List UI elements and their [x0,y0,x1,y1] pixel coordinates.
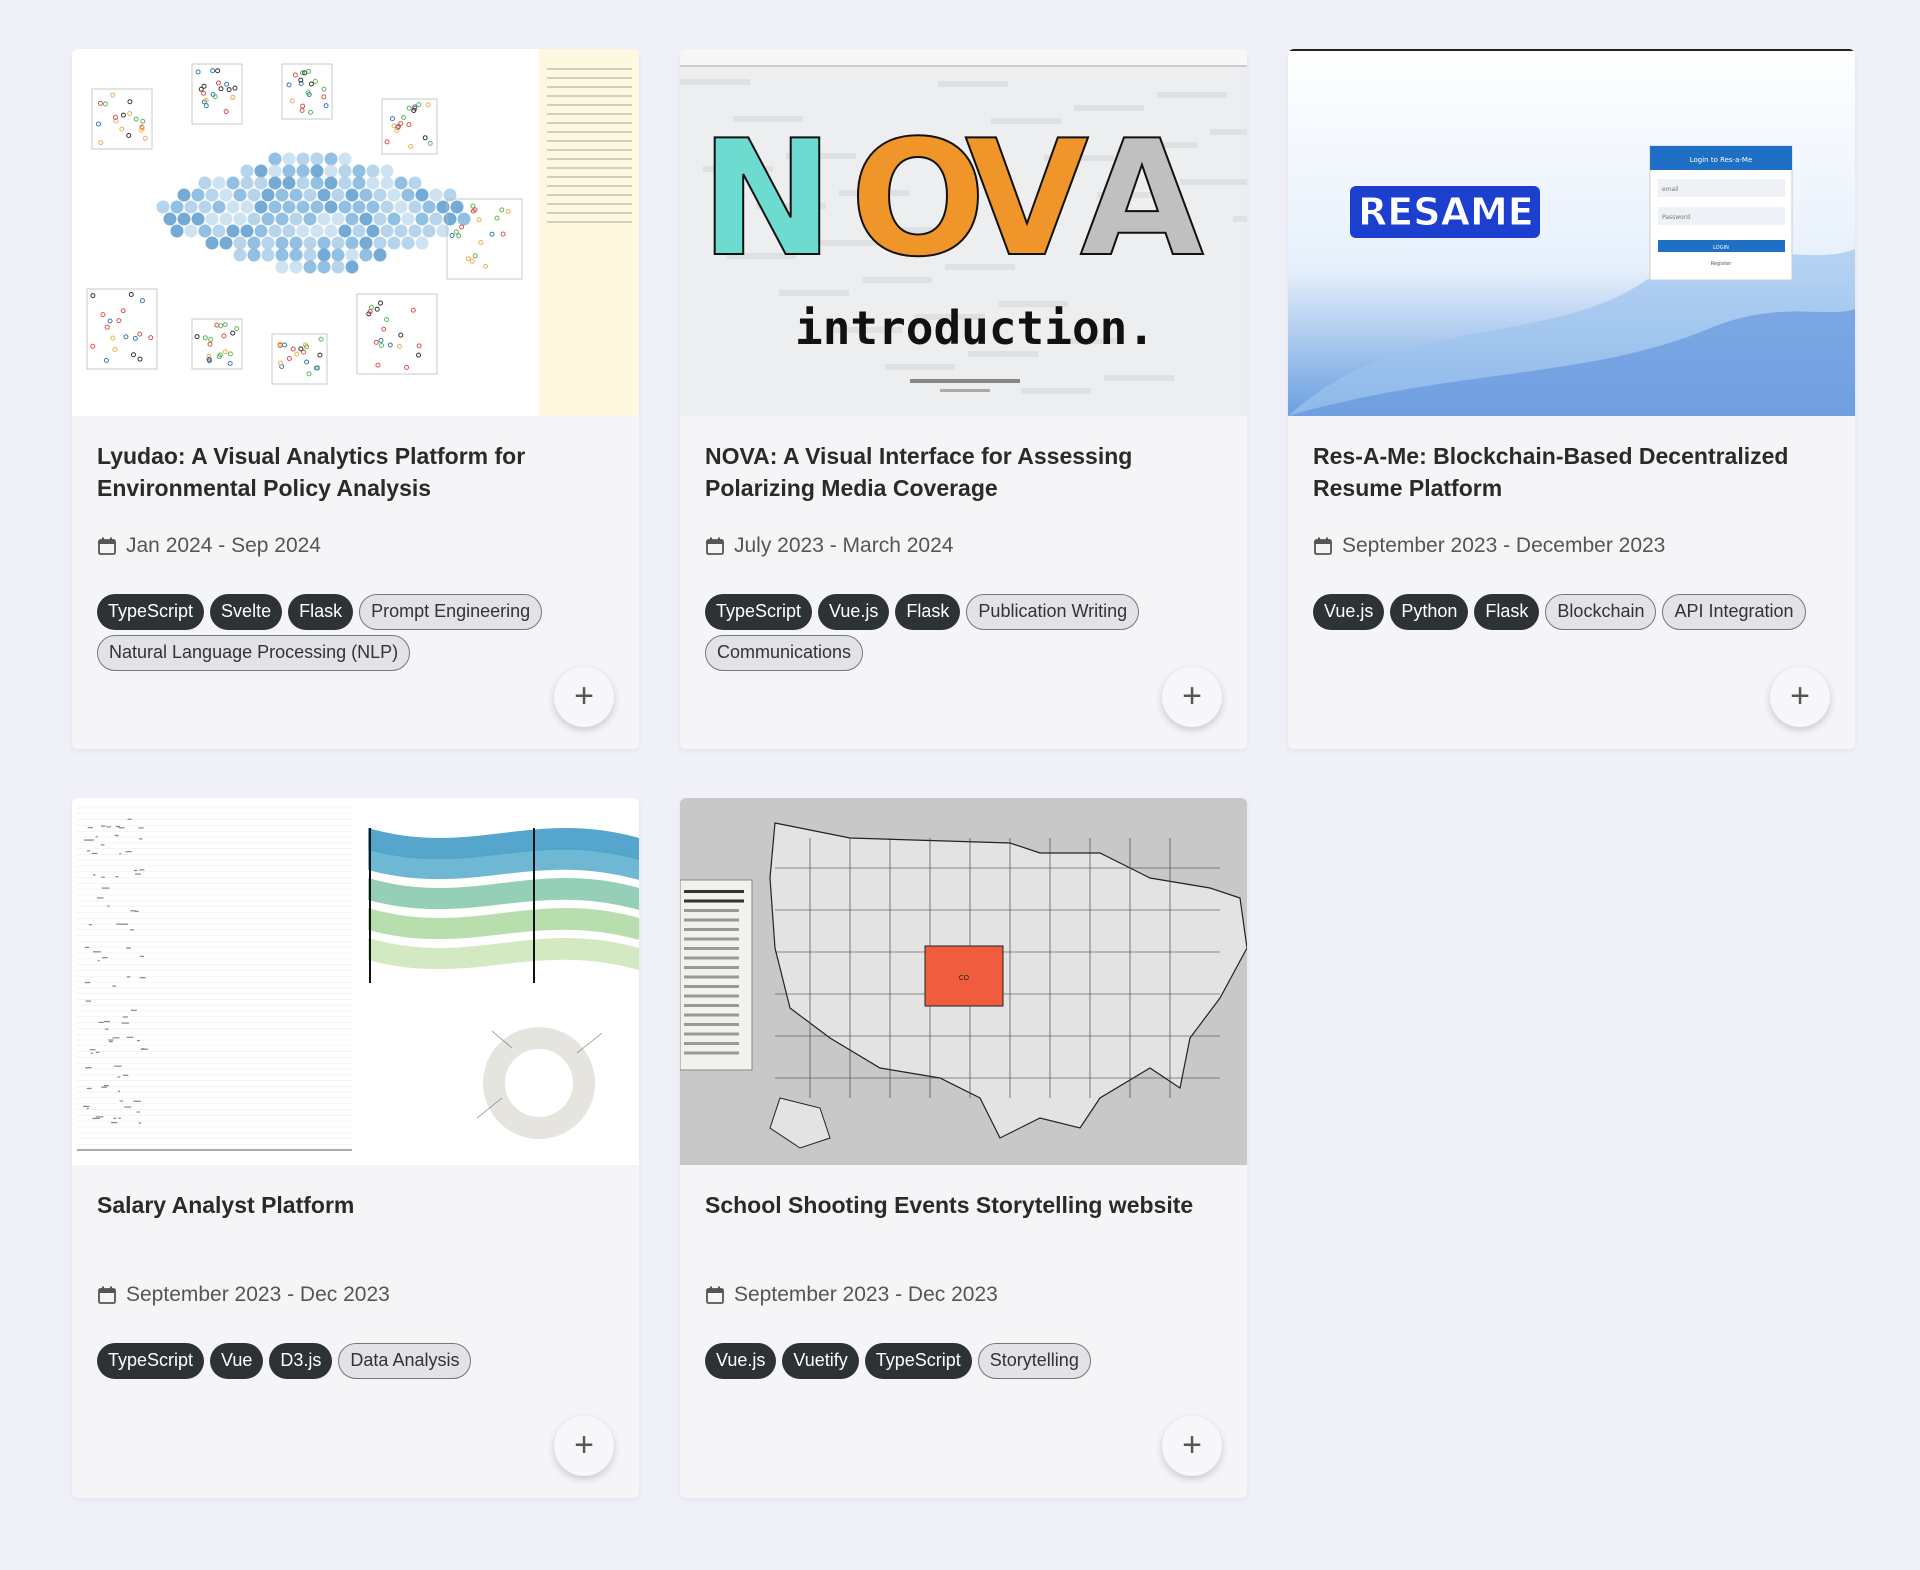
calendar-icon [98,537,116,555]
tag-list: TypeScript Vue.js Flask Publication Writing… [705,594,1222,671]
svg-text:email: email [1662,186,1679,193]
project-card-1[interactable]: Lyudao: A Visual Analytics Platform for … [72,49,639,749]
expand-button[interactable]: + [1162,1416,1222,1476]
nova-introduction-thumbnail: N O V Aintroduction. [680,49,1247,416]
tag-list: Vue.js Vuetify TypeScript Storytelling [705,1343,1222,1379]
expand-button[interactable]: + [554,667,614,727]
calendar-icon [98,1286,116,1304]
svg-text:Login to Res-a-Me: Login to Res-a-Me [1690,156,1753,164]
tag-chip: D3.js [269,1343,333,1379]
project-date-row: July 2023 - March 2024 [705,534,1222,558]
tag-chip: Flask [1474,594,1540,630]
calendar-icon [1314,537,1332,555]
project-date-row: Jan 2024 - Sep 2024 [97,534,614,558]
tag-chip: Data Analysis [338,1343,472,1379]
svg-text:Password: Password [1662,214,1690,221]
project-date: September 2023 - December 2023 [1342,534,1666,557]
project-card-3[interactable]: RESAME Login to Res-a-Me email Password LOGI… [1288,49,1855,749]
project-date: September 2023 - Dec 2023 [126,1283,390,1306]
project-title: School Shooting Events Storytelling webs… [705,1192,1194,1218]
tag-chip: Communications [705,635,864,671]
calendar-icon [706,1286,724,1304]
expand-button[interactable]: + [1770,667,1830,727]
tag-chip: Python [1390,594,1469,630]
project-date-row: September 2023 - Dec 2023 [97,1283,614,1307]
project-date-row: September 2023 - December 2023 [1313,534,1830,558]
plus-icon: + [1182,676,1202,715]
project-card-4[interactable]: Salary Analyst Platform September 2023 -… [72,798,639,1498]
us-map-thumbnail: CO [680,798,1247,1165]
tag-chip: TypeScript [97,1343,205,1379]
svg-text:V: V [965,105,1089,292]
tag-chip: TypeScript [864,1343,972,1379]
tag-chip: Blockchain [1545,594,1657,630]
expand-button[interactable]: + [1162,667,1222,727]
svg-text:Register: Register [1711,261,1733,267]
tag-chip: Flask [895,594,961,630]
tag-chip: Vuetify [782,1343,859,1379]
tag-chip: Vue.js [1313,594,1385,630]
svg-text:A: A [1080,105,1204,292]
project-date: September 2023 - Dec 2023 [734,1283,998,1306]
tag-chip: Svelte [210,594,283,630]
project-title: Salary Analyst Platform [97,1192,355,1218]
plus-icon: + [574,676,594,715]
tag-list: TypeScript Svelte Flask Prompt Engineering N… [97,594,614,671]
tag-list: Vue.js Python Flask Blockchain API Integrati… [1313,594,1830,630]
svg-text:introduction.: introduction. [795,301,1155,355]
project-date-row: September 2023 - Dec 2023 [705,1283,1222,1307]
tag-chip: Vue [210,1343,264,1379]
project-card-2[interactable]: N O V Aintroduction. NOVA: A Visual Interfa… [680,49,1247,749]
calendar-icon [706,537,724,555]
project-title: Lyudao: A Visual Analytics Platform for … [97,443,526,501]
tag-chip: TypeScript [705,594,813,630]
tag-list: TypeScript Vue D3.js Data Analysis [97,1343,614,1379]
tag-chip: Vue.js [705,1343,777,1379]
project-date: Jan 2024 - Sep 2024 [126,534,321,557]
tag-chip: Natural Language Processing (NLP) [97,635,411,671]
svg-text:RESAME: RESAME [1358,190,1534,234]
tag-chip: Vue.js [818,594,890,630]
project-title: NOVA: A Visual Interface for Assessing P… [705,443,1133,501]
project-grid: Lyudao: A Visual Analytics Platform for … [72,49,1855,1498]
tag-chip: API Integration [1662,594,1806,630]
tag-chip: Prompt Engineering [359,594,543,630]
project-card-5[interactable]: CO School Shooting Events Storytelling w… [680,798,1247,1498]
plus-icon: + [574,1425,594,1464]
plus-icon: + [1182,1425,1202,1464]
svg-text:LOGIN: LOGIN [1713,245,1729,251]
tag-chip: Flask [288,594,354,630]
expand-button[interactable]: + [554,1416,614,1476]
resame-login-thumbnail: RESAME Login to Res-a-Me email Password LOGI… [1288,49,1855,416]
plus-icon: + [1790,676,1810,715]
svg-text:CO: CO [959,974,970,982]
tag-chip: Publication Writing [966,594,1140,630]
svg-text:N: N [700,105,834,292]
project-title: Res-A-Me: Blockchain-Based Decentralized… [1313,443,1789,501]
salary-charts-thumbnail [72,798,639,1165]
tag-chip: TypeScript [97,594,205,630]
project-date: July 2023 - March 2024 [734,534,954,557]
tag-chip: Storytelling [977,1343,1091,1379]
lyudao-visualization-thumbnail [72,49,639,416]
